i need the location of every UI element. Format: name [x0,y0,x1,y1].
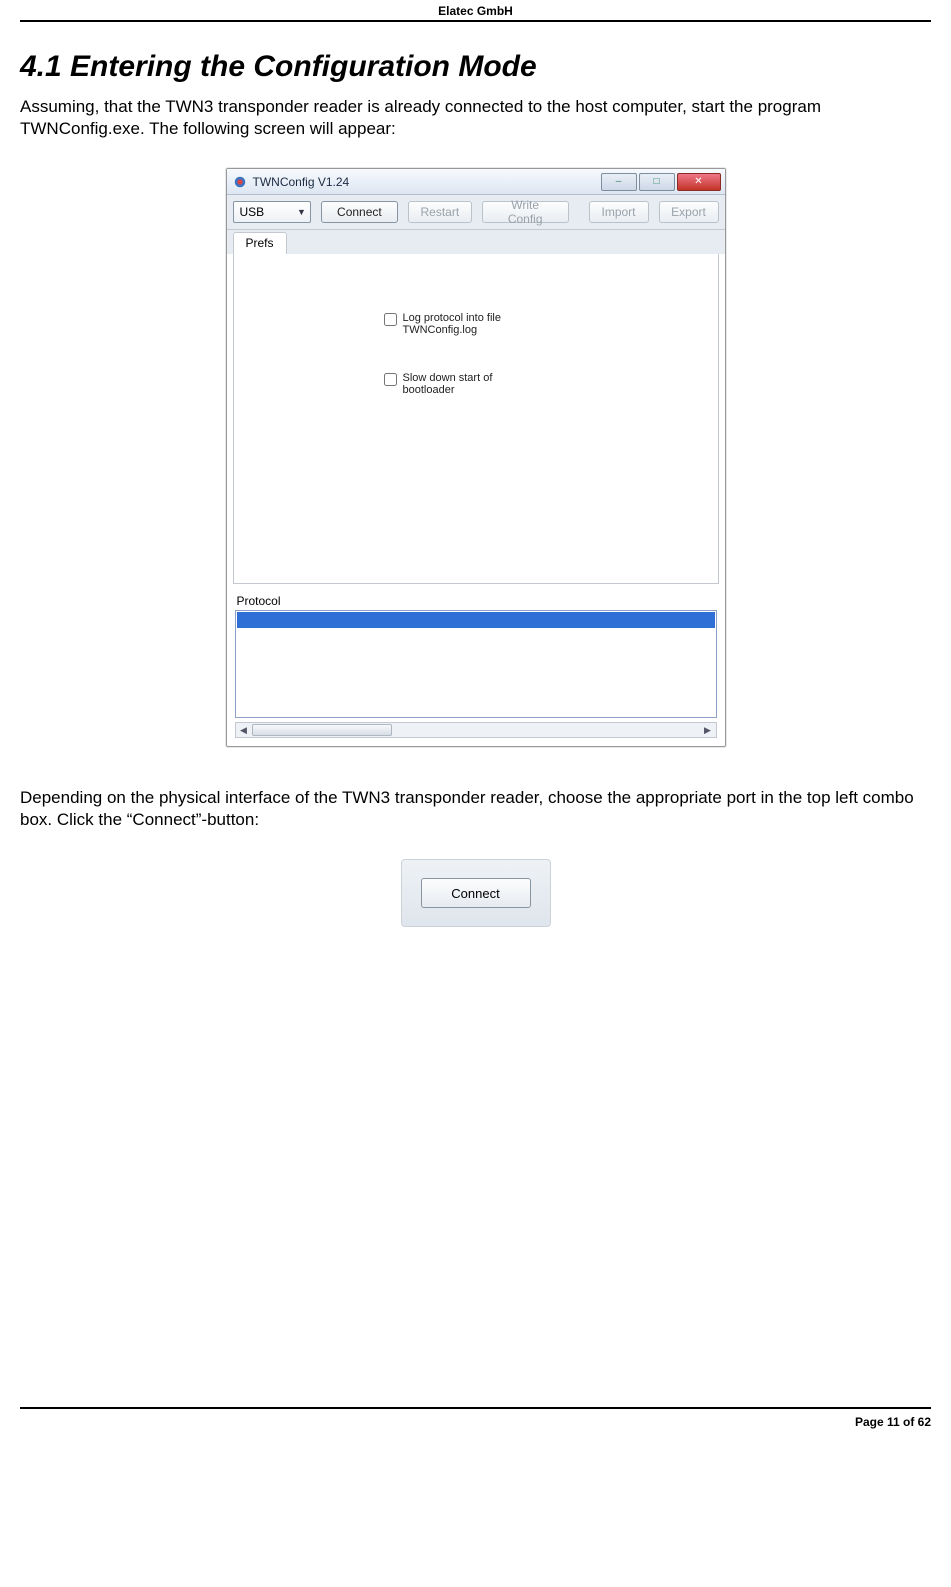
window-buttons: – □ ✕ [599,173,721,191]
protocol-box[interactable] [235,610,717,718]
port-combo-value: USB [240,205,265,219]
protocol-selection [237,612,715,628]
export-button: Export [659,201,719,223]
maximize-button[interactable]: □ [639,173,675,191]
window-titlebar: TWNConfig V1.24 – □ ✕ [227,169,725,195]
paragraph-connect: Depending on the physical interface of t… [20,787,931,831]
connect-button-detail[interactable]: Connect [421,878,531,908]
scroll-right-icon[interactable]: ▶ [700,723,716,737]
close-button[interactable]: ✕ [677,173,721,191]
tab-prefs[interactable]: Prefs [233,232,287,254]
log-protocol-label: Log protocol into file TWNConfig.log [403,312,544,336]
app-icon [233,175,247,189]
paragraph-intro: Assuming, that the TWN3 transponder read… [20,96,931,140]
chevron-down-icon: ▼ [297,207,306,217]
horizontal-scrollbar[interactable]: ◀ ▶ [235,722,717,738]
scroll-track[interactable] [252,723,700,737]
write-config-button: Write Config [482,201,569,223]
protocol-label: Protocol [237,594,725,608]
tab-strip: Prefs [227,230,725,254]
page-footer: Page 11 of 62 [20,1409,931,1449]
port-combo[interactable]: USB ▼ [233,201,311,223]
restart-button: Restart [408,201,472,223]
connect-detail: Connect [401,859,551,927]
slow-start-label: Slow down start of bootloader [403,372,544,396]
slow-start-checkbox[interactable] [384,373,397,386]
toolbar: USB ▼ Connect Restart Write Config Impor… [227,195,725,230]
tab-body: Log protocol into file TWNConfig.log Slo… [233,254,719,584]
log-protocol-checkbox[interactable] [384,313,397,326]
scroll-thumb[interactable] [252,724,392,736]
import-button: Import [589,201,649,223]
connect-button[interactable]: Connect [321,201,398,223]
scroll-left-icon[interactable]: ◀ [236,723,252,737]
log-protocol-row: Log protocol into file TWNConfig.log [384,312,544,336]
slow-start-row: Slow down start of bootloader [384,372,544,396]
section-heading: 4.1 Entering the Configuration Mode [20,50,931,84]
header-rule [20,20,931,22]
window-title: TWNConfig V1.24 [253,175,599,189]
app-window: TWNConfig V1.24 – □ ✕ USB ▼ Connect Rest… [226,168,726,747]
page-header: Elatec GmbH [20,0,931,20]
minimize-button[interactable]: – [601,173,637,191]
